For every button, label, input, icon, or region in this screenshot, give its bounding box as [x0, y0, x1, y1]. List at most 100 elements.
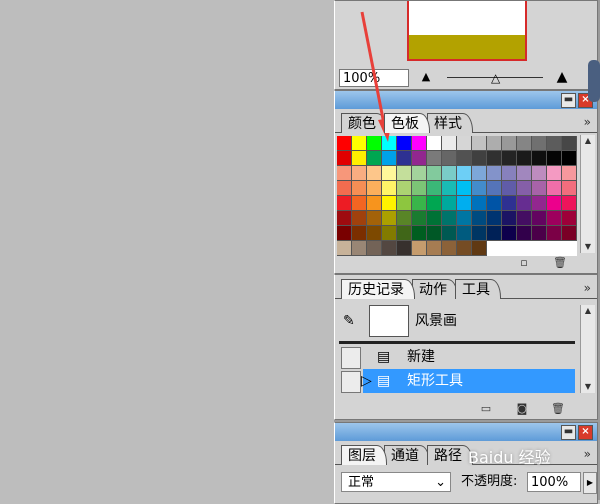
- color-swatch[interactable]: [472, 151, 487, 166]
- color-swatch[interactable]: [502, 211, 517, 226]
- color-swatch[interactable]: [517, 196, 532, 211]
- new-swatch-icon[interactable]: ▫: [517, 257, 531, 269]
- trash-icon[interactable]: 🗑: [551, 403, 565, 415]
- color-swatch[interactable]: [532, 136, 547, 151]
- color-swatch[interactable]: [352, 136, 367, 151]
- color-swatch[interactable]: [412, 181, 427, 196]
- tab-layers[interactable]: 图层: [341, 445, 387, 465]
- panel-title-bar[interactable]: ▬ ×: [335, 91, 597, 109]
- color-swatch[interactable]: [472, 166, 487, 181]
- color-swatch[interactable]: [337, 226, 352, 241]
- color-swatch[interactable]: [337, 196, 352, 211]
- mountain-large-icon[interactable]: ▲: [551, 68, 573, 86]
- color-swatch[interactable]: [427, 151, 442, 166]
- mountain-small-icon[interactable]: ▲: [415, 68, 437, 86]
- color-swatch[interactable]: [502, 226, 517, 241]
- color-swatch[interactable]: [367, 241, 382, 256]
- color-swatch[interactable]: [457, 136, 472, 151]
- color-swatch[interactable]: [382, 166, 397, 181]
- color-swatch[interactable]: [562, 181, 577, 196]
- color-swatch[interactable]: [487, 136, 502, 151]
- color-swatch[interactable]: [397, 136, 412, 151]
- blend-mode-select[interactable]: 正常 ⌄: [341, 472, 451, 492]
- color-swatch[interactable]: [367, 211, 382, 226]
- color-swatch[interactable]: [382, 226, 397, 241]
- color-swatch[interactable]: [367, 166, 382, 181]
- panel-menu-icon[interactable]: »: [584, 115, 591, 129]
- color-swatch[interactable]: [532, 151, 547, 166]
- color-swatch[interactable]: [337, 181, 352, 196]
- color-swatch[interactable]: [457, 211, 472, 226]
- color-swatch[interactable]: [457, 166, 472, 181]
- color-swatch[interactable]: [457, 151, 472, 166]
- color-swatch[interactable]: [547, 166, 562, 181]
- dock-scroll-handle[interactable]: [588, 60, 600, 102]
- color-swatch[interactable]: [337, 166, 352, 181]
- color-swatch[interactable]: [352, 151, 367, 166]
- close-icon[interactable]: ×: [578, 425, 593, 440]
- color-swatch[interactable]: [502, 166, 517, 181]
- color-swatch[interactable]: [427, 211, 442, 226]
- color-swatch[interactable]: [517, 136, 532, 151]
- color-swatch[interactable]: [397, 196, 412, 211]
- color-swatch[interactable]: [487, 181, 502, 196]
- color-swatch[interactable]: [487, 211, 502, 226]
- color-swatch[interactable]: [532, 211, 547, 226]
- color-swatch[interactable]: [547, 226, 562, 241]
- color-swatch[interactable]: [337, 136, 352, 151]
- color-swatch[interactable]: [412, 226, 427, 241]
- scroll-down-icon[interactable]: ▼: [581, 381, 595, 393]
- color-swatch[interactable]: [487, 196, 502, 211]
- color-swatch[interactable]: [532, 181, 547, 196]
- color-swatch[interactable]: [442, 226, 457, 241]
- color-swatch[interactable]: [427, 196, 442, 211]
- color-swatch[interactable]: [352, 211, 367, 226]
- color-swatch[interactable]: [562, 136, 577, 151]
- tab-paths[interactable]: 路径: [427, 445, 473, 465]
- color-swatch[interactable]: [472, 241, 487, 256]
- color-swatch[interactable]: [367, 136, 382, 151]
- color-swatch[interactable]: [382, 151, 397, 166]
- color-swatch[interactable]: [412, 241, 427, 256]
- tab-channels[interactable]: 通道: [384, 445, 430, 465]
- color-swatch[interactable]: [367, 196, 382, 211]
- color-swatch[interactable]: [397, 151, 412, 166]
- color-swatch[interactable]: [382, 211, 397, 226]
- trash-icon[interactable]: 🗑: [553, 257, 567, 269]
- color-swatch[interactable]: [427, 226, 442, 241]
- color-swatch[interactable]: [427, 241, 442, 256]
- color-swatch[interactable]: [457, 241, 472, 256]
- tab-history[interactable]: 历史记录: [341, 279, 415, 299]
- panel-title-bar[interactable]: ▬ ×: [335, 423, 597, 441]
- history-scrollbar[interactable]: ▲ ▼: [580, 305, 595, 393]
- tab-actions[interactable]: 动作: [412, 279, 458, 299]
- color-swatch[interactable]: [367, 151, 382, 166]
- color-swatch[interactable]: [352, 226, 367, 241]
- new-document-icon[interactable]: ▭: [479, 403, 493, 415]
- color-swatch[interactable]: [517, 211, 532, 226]
- color-swatch[interactable]: [487, 166, 502, 181]
- color-swatch[interactable]: [397, 166, 412, 181]
- scroll-up-icon[interactable]: ▲: [581, 305, 595, 317]
- color-swatch[interactable]: [382, 181, 397, 196]
- color-swatch[interactable]: [502, 181, 517, 196]
- swatch-scrollbar[interactable]: ▲ ▼: [580, 135, 595, 253]
- color-swatch[interactable]: [337, 211, 352, 226]
- color-swatch[interactable]: [442, 211, 457, 226]
- color-swatch[interactable]: [412, 166, 427, 181]
- color-swatch[interactable]: [397, 241, 412, 256]
- history-step[interactable]: ▤ 新建: [339, 345, 575, 369]
- color-swatch[interactable]: [547, 211, 562, 226]
- color-swatch[interactable]: [442, 151, 457, 166]
- color-swatch[interactable]: [562, 226, 577, 241]
- color-swatch[interactable]: [532, 226, 547, 241]
- color-swatch[interactable]: [547, 181, 562, 196]
- color-swatch[interactable]: [442, 136, 457, 151]
- history-source-checkbox[interactable]: [341, 371, 361, 393]
- color-swatch[interactable]: [367, 181, 382, 196]
- color-swatch[interactable]: [397, 211, 412, 226]
- color-swatch[interactable]: [427, 166, 442, 181]
- tab-swatches[interactable]: 色板: [384, 113, 430, 133]
- color-swatch[interactable]: [412, 196, 427, 211]
- color-swatch[interactable]: [547, 136, 562, 151]
